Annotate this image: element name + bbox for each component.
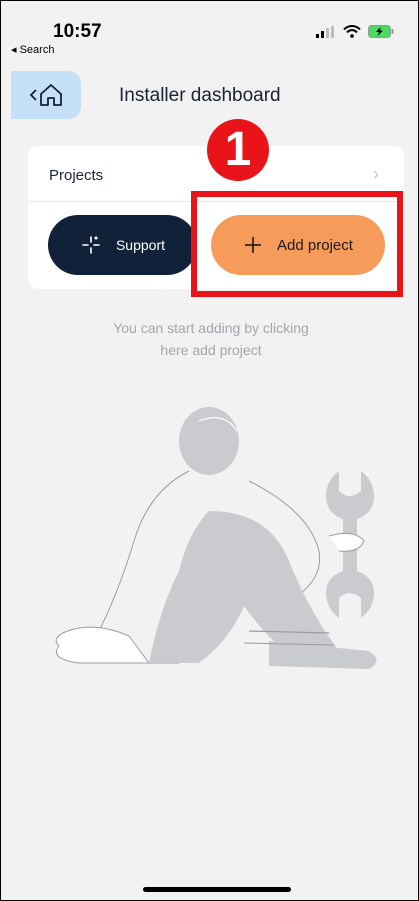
hint-line-1: You can start adding by clicking — [113, 320, 309, 336]
chevron-left-icon — [29, 89, 37, 101]
sparkle-icon — [82, 236, 100, 254]
status-icons — [316, 25, 394, 38]
status-time: 10:57 — [53, 21, 102, 42]
home-icon — [40, 84, 62, 106]
projects-label: Projects — [49, 167, 104, 184]
highlight-box — [191, 191, 403, 297]
home-back-button[interactable] — [11, 71, 81, 119]
chevron-right-icon: › — [373, 164, 379, 184]
status-bar: 10:57 ◂ Search — [1, 1, 418, 59]
installer-illustration — [55, 407, 377, 669]
home-indicator — [143, 887, 291, 892]
back-to-search-link[interactable]: ◂ Search — [11, 43, 54, 56]
page-title: Installer dashboard — [119, 85, 281, 106]
support-label: Support — [115, 237, 166, 253]
battery-icon — [368, 25, 394, 38]
phone-screen: 10:57 ◂ Search Installer dashboard Proje… — [0, 0, 419, 901]
step-badge: 1 — [207, 119, 269, 181]
signal-icon — [316, 25, 334, 38]
wifi-icon — [343, 25, 361, 38]
hint-line-2: here add project — [160, 342, 262, 358]
support-button[interactable]: Support — [48, 215, 197, 275]
empty-state-hint: You can start adding by clicking here ad… — [63, 317, 359, 361]
